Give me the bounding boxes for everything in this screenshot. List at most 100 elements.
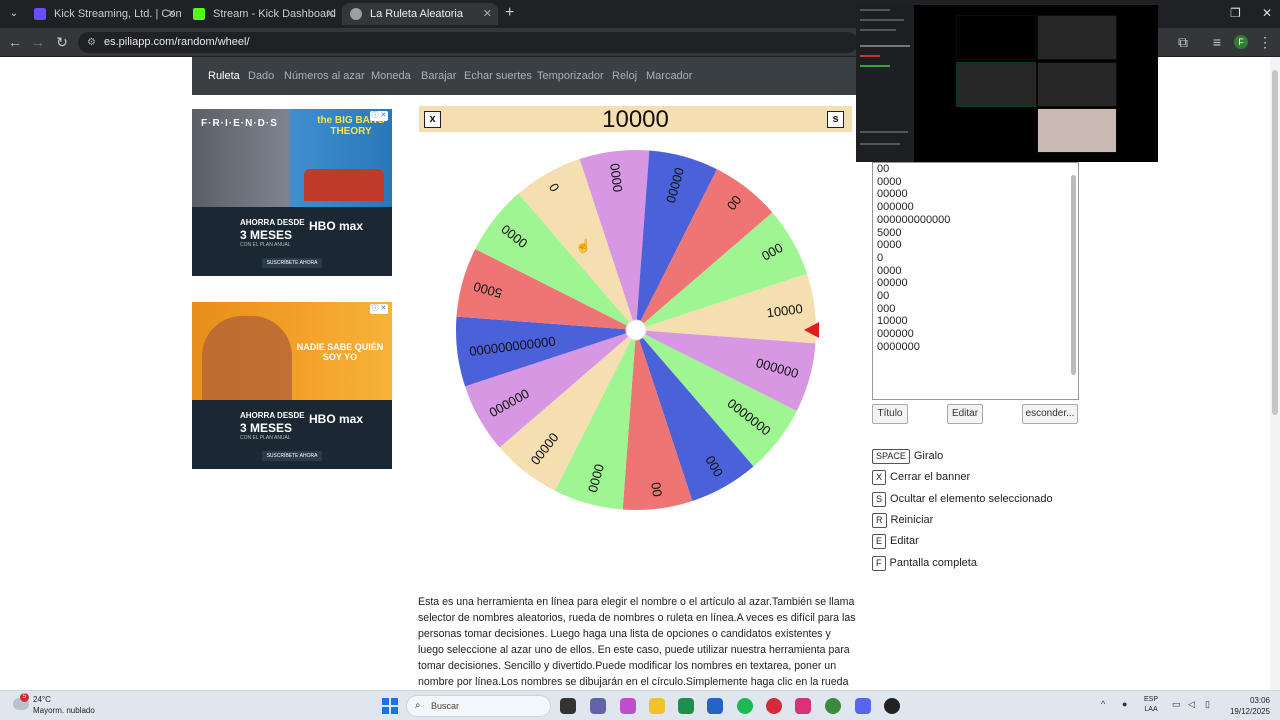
weather-description[interactable]: Mayorm. nublado (33, 706, 95, 715)
search-placeholder: Buscar (431, 701, 460, 711)
obs-icon[interactable] (884, 698, 900, 714)
ad-info-icon[interactable]: ⓘ ✕ (370, 111, 388, 121)
ad-info-icon[interactable]: ⓘ ✕ (370, 304, 388, 314)
nav-item-marcador[interactable]: Marcador (646, 70, 692, 82)
tray-chevron-icon[interactable]: ^ (1101, 699, 1105, 709)
volume-icon[interactable]: ◁ (1188, 699, 1195, 710)
stream-preview-overlay[interactable] (856, 5, 1158, 162)
panel-line (860, 55, 880, 57)
region-code: LAA (1144, 706, 1158, 713)
edit-button[interactable]: Editar (947, 404, 983, 424)
panel-line (860, 131, 908, 133)
couch-shape (304, 169, 384, 201)
preview-cell (1037, 108, 1117, 153)
store-icon[interactable] (707, 698, 723, 714)
people-shape (202, 316, 292, 400)
shortcut-key: X (872, 470, 887, 486)
ad-cta-button[interactable]: SUSCRÍBETE AHORA (262, 258, 322, 268)
language-indicator[interactable]: ESP LAA (1144, 695, 1158, 715)
close-banner-button[interactable]: x (424, 111, 441, 128)
textarea-line: 00 (877, 163, 890, 175)
network-icon[interactable]: ▭ (1172, 699, 1181, 710)
instagram-icon[interactable] (795, 698, 811, 714)
tray-app-icon[interactable]: ● (1122, 699, 1127, 709)
nav-item-temporizador[interactable]: Temporizador (537, 70, 604, 82)
textarea-line: 0000 (877, 175, 902, 188)
spotify-icon[interactable] (737, 698, 753, 714)
system-clock[interactable]: 03:06 19/12/2025 (1224, 695, 1270, 717)
back-arrow-icon[interactable]: ← (6, 34, 24, 50)
obs-panel (856, 5, 914, 162)
address-bar[interactable]: ⚙ es.piliapp.com/random/wheel/ (78, 32, 858, 53)
textarea-line: 000000000000 (877, 213, 951, 226)
page-scrollbar-thumb[interactable] (1272, 70, 1278, 415)
ad-image: F·R·I·E·N·D·S the BIG BANG THEORY (192, 109, 392, 207)
window-maximize-icon[interactable]: ❐ (1230, 6, 1241, 20)
tab-kick-dashboard[interactable]: Stream - Kick Dashboard ✕ (185, 3, 341, 25)
chrome-icon[interactable] (825, 698, 841, 714)
opera-icon[interactable] (766, 698, 782, 714)
site-info-icon[interactable]: ⚙ (87, 32, 96, 53)
nav-item-numeros[interactable]: Números al azar (284, 70, 365, 82)
mouse-cursor-icon: ☝ (575, 238, 592, 253)
title-button[interactable]: Título (872, 404, 908, 424)
ad-banner-hbo-1[interactable]: F·R·I·E·N·D·S the BIG BANG THEORY ⓘ ✕ AH… (192, 109, 392, 276)
shortcut-row: S Ocultar el elemento seleccionado (872, 491, 1053, 507)
ad-banner-hbo-2[interactable]: NADIE SABE QUIÉN SOY YO ⓘ ✕ AHORRA DESDE… (192, 302, 392, 469)
weather-temperature[interactable]: 24°C (33, 695, 51, 704)
task-view-icon[interactable] (560, 698, 576, 714)
tab-ruleta[interactable]: La Ruleta Aleatoria ✕ (342, 3, 498, 25)
panel-line (860, 19, 904, 21)
shortcut-key: S (872, 491, 887, 507)
profile-avatar[interactable]: F (1234, 35, 1248, 49)
edge-icon[interactable] (678, 698, 694, 714)
window-close-icon[interactable]: ✕ (1262, 6, 1272, 20)
file-explorer-icon[interactable] (649, 698, 665, 714)
nav-item-echar-suertes[interactable]: Echar suertes (464, 70, 532, 82)
shortcut-label: Giralo (913, 450, 944, 462)
tab-search-icon[interactable]: ⌄ (6, 6, 22, 22)
menu-dots-icon[interactable]: ⋮ (1256, 34, 1274, 51)
wheel-segment-label: 00 (648, 481, 665, 497)
close-tab-icon[interactable]: ✕ (483, 3, 492, 25)
extensions-icon[interactable]: ⧉ (1174, 34, 1192, 51)
battery-icon[interactable]: ▯ (1205, 699, 1210, 710)
textarea-scrollbar[interactable] (1071, 175, 1076, 375)
promo-text: CON EL PLAN ANUAL (240, 435, 291, 441)
promo-text: AHORRA DESDE (240, 218, 305, 227)
nav-item-moneda[interactable]: Moneda (371, 70, 411, 82)
textarea-line: 0 (877, 251, 884, 264)
discord-icon[interactable] (855, 698, 871, 714)
shortcut-key: R (872, 512, 887, 528)
ad-promo: AHORRA DESDE 3 MESES CON EL PLAN ANUAL H… (192, 400, 392, 469)
wheel-hub[interactable] (625, 319, 647, 341)
nav-item-reloj[interactable]: Reloj (612, 70, 637, 82)
tab-kick-settings[interactable]: Kick Streaming, Ltd. | Configura ✕ (26, 3, 182, 25)
selected-result-banner: 10000 x s (419, 106, 852, 133)
reload-icon[interactable]: ↻ (53, 34, 71, 51)
close-tab-icon[interactable]: ✕ (167, 3, 176, 25)
hide-selected-button[interactable]: s (827, 111, 844, 128)
promo-text: CON EL PLAN ANUAL (240, 242, 291, 248)
textarea-line: 0000 (877, 239, 902, 252)
taskbar-search[interactable]: ⌕ Buscar (406, 695, 551, 717)
clock-time: 03:06 (1249, 696, 1270, 705)
ad-cta-button[interactable]: SUSCRÍBETE AHORA (262, 451, 322, 461)
reading-list-icon[interactable]: ≡ (1208, 34, 1226, 50)
shortcut-row: SPACE Giralo (872, 448, 943, 464)
selected-value: 10000 (602, 106, 669, 133)
nav-item-dado[interactable]: Dado (248, 70, 274, 82)
nav-item-ruleta[interactable]: Ruleta (208, 70, 240, 82)
close-tab-icon[interactable]: ✕ (326, 3, 335, 25)
roulette-wheel[interactable]: 1000000000000000000000000000000000000000… (453, 147, 819, 513)
windows-start-icon[interactable] (382, 698, 398, 714)
new-tab-icon[interactable]: + (505, 4, 514, 22)
copilot-icon[interactable] (620, 698, 636, 714)
textarea-line: 00 (877, 290, 890, 303)
textarea-line: 0000 (877, 264, 902, 277)
nav-item-barajar[interactable]: Barajar (421, 70, 456, 82)
teams-icon[interactable] (590, 698, 606, 714)
options-textarea[interactable]: 00 0000 00000 000000 000000000000 5000 0000 0 00… (872, 162, 1079, 400)
forward-arrow-icon[interactable]: → (29, 34, 47, 50)
hide-button[interactable]: esconder... (1022, 404, 1078, 424)
